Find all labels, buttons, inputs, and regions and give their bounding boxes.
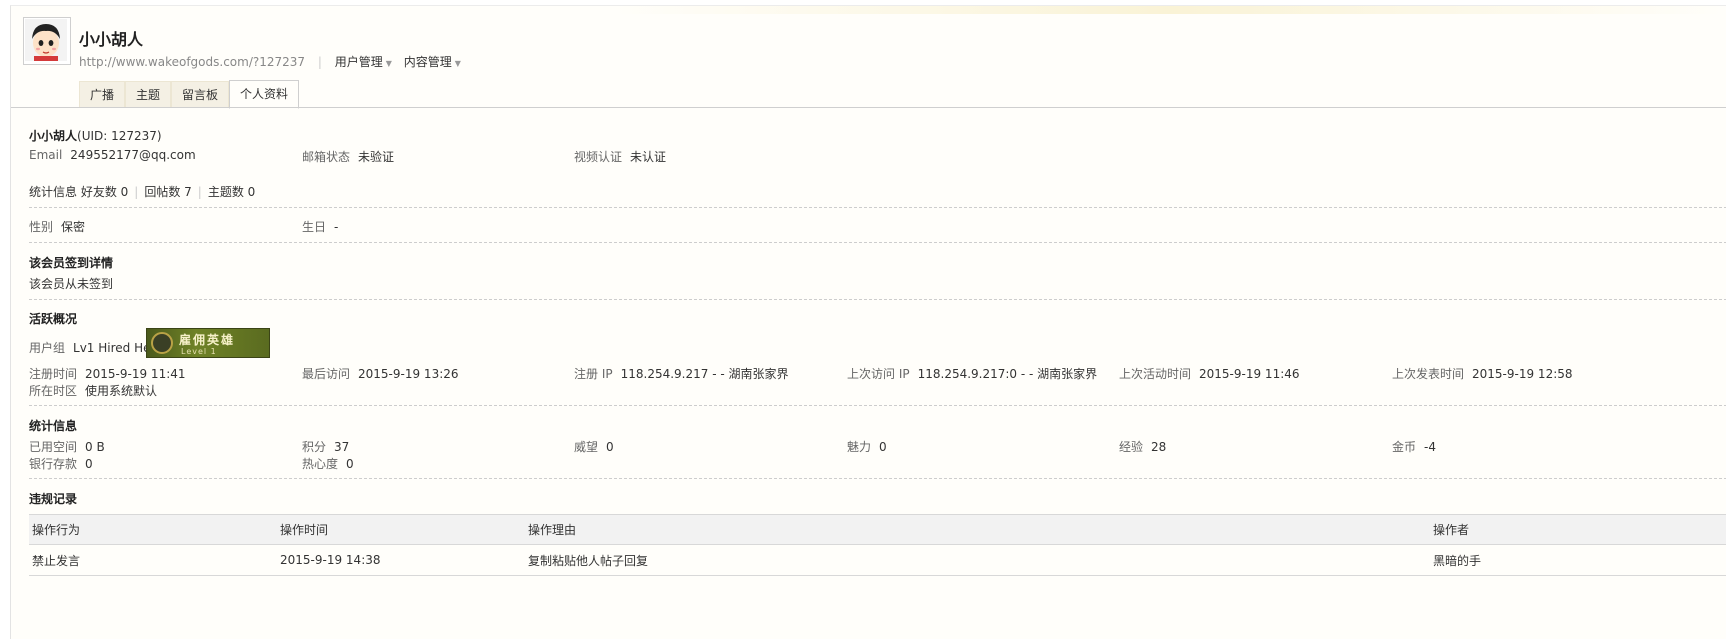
table-header-row: 操作行为 操作时间 操作理由 操作者 (29, 514, 1726, 545)
tab-message-board[interactable]: 留言板 (171, 81, 230, 108)
user-group-badge: 雇佣英雄 Level 1 (146, 328, 270, 358)
stats-summary: 统计信息 好友数 0 | 回帖数 7 | 主题数 0 (29, 185, 256, 199)
cell-time: 2015-9-19 14:38 (277, 544, 525, 576)
caret-down-icon: ▼ (454, 59, 461, 68)
tab-broadcast[interactable]: 广播 (79, 81, 126, 108)
uid-line: 小小胡人(UID: 127237) (29, 127, 162, 144)
signin-title: 该会员签到详情 (29, 256, 114, 270)
cell-reason: 复制粘贴他人帖子回复 (525, 544, 1430, 576)
exp-field: 经验 28 (1119, 440, 1167, 454)
divider (29, 299, 1726, 300)
space-field: 已用空间 0 B (29, 440, 105, 454)
table-row: 禁止发言 2015-9-19 14:38 复制粘贴他人帖子回复 黑暗的手 (29, 544, 1726, 576)
avatar-face-icon (25, 19, 67, 61)
activity-title: 活跃概况 (29, 312, 78, 326)
profile-url-row: http://www.wakeofgods.com/?127237 | 用户管理… (79, 53, 469, 70)
last-active-field: 上次活动时间 2015-9-19 11:46 (1119, 367, 1300, 381)
caret-down-icon: ▼ (385, 59, 392, 68)
points-field: 积分 37 (302, 440, 350, 454)
cell-action: 禁止发言 (29, 544, 277, 576)
profile-tabs: 广播 主题 留言板 个人资料 (79, 79, 300, 109)
birthday-field: 生日 - (302, 220, 339, 234)
tab-divider (11, 107, 1726, 108)
email-field: Email 249552177@qq.com (29, 148, 196, 162)
replies-count-link[interactable]: 回帖数 7 (144, 185, 191, 199)
user-management-menu[interactable]: 用户管理 ▼ (335, 55, 392, 69)
last-visit-field: 最后访问 2015-9-19 13:26 (302, 367, 459, 381)
last-post-field: 上次发表时间 2015-9-19 12:58 (1392, 367, 1573, 381)
friends-count-link[interactable]: 好友数 0 (81, 185, 128, 199)
last-ip-field: 上次访问 IP 118.254.9.217:0 - - 湖南张家界 (847, 367, 1098, 381)
col-reason: 操作理由 (525, 514, 1430, 545)
member-name: 小小胡人 (29, 129, 78, 143)
hero-medal-icon (151, 332, 173, 354)
member-uid: (UID: 127237) (77, 129, 162, 143)
separator: | (317, 55, 322, 69)
divider (29, 478, 1726, 479)
violations-table: 操作行为 操作时间 操作理由 操作者 禁止发言 2015-9-19 14:38 … (29, 514, 1726, 576)
avatar[interactable] (23, 17, 71, 65)
divider (29, 405, 1726, 406)
tab-profile[interactable]: 个人资料 (229, 80, 300, 109)
topics-count-link[interactable]: 主题数 0 (208, 185, 255, 199)
prestige-field: 威望 0 (574, 440, 614, 454)
gold-field: 金币 -4 (1392, 440, 1436, 454)
profile-page: 小小胡人 http://www.wakeofgods.com/?127237 |… (10, 5, 1726, 639)
reg-ip-field: 注册 IP 118.254.9.217 - - 湖南张家界 (574, 367, 789, 381)
zeal-field: 热心度 0 (302, 457, 354, 471)
timezone-field: 所在时区 使用系统默认 (29, 384, 158, 398)
gender-field: 性别 保密 (29, 220, 86, 234)
profile-url-link[interactable]: http://www.wakeofgods.com/?127237 (79, 55, 305, 69)
user-group-field: 用户组 Lv1 Hired Hero (29, 341, 163, 355)
col-action: 操作行为 (29, 514, 277, 545)
tab-topics[interactable]: 主题 (125, 81, 172, 108)
violations-title: 违规记录 (29, 492, 78, 506)
cell-operator[interactable]: 黑暗的手 (1430, 544, 1726, 576)
stats-title: 统计信息 (29, 419, 78, 433)
signin-text: 该会员从未签到 (29, 277, 114, 291)
top-decoration (611, 6, 1726, 14)
col-time: 操作时间 (277, 514, 525, 545)
profile-name: 小小胡人 (79, 30, 144, 49)
divider (29, 242, 1726, 243)
content-management-menu[interactable]: 内容管理 ▼ (404, 55, 461, 69)
col-operator: 操作者 (1430, 514, 1726, 545)
video-auth-field: 视频认证 未认证 (574, 150, 667, 164)
charm-field: 魅力 0 (847, 440, 887, 454)
mail-status-field: 邮箱状态 未验证 (302, 150, 395, 164)
divider (29, 207, 1726, 208)
reg-time-field: 注册时间 2015-9-19 11:41 (29, 367, 186, 381)
bank-field: 银行存款 0 (29, 457, 93, 471)
